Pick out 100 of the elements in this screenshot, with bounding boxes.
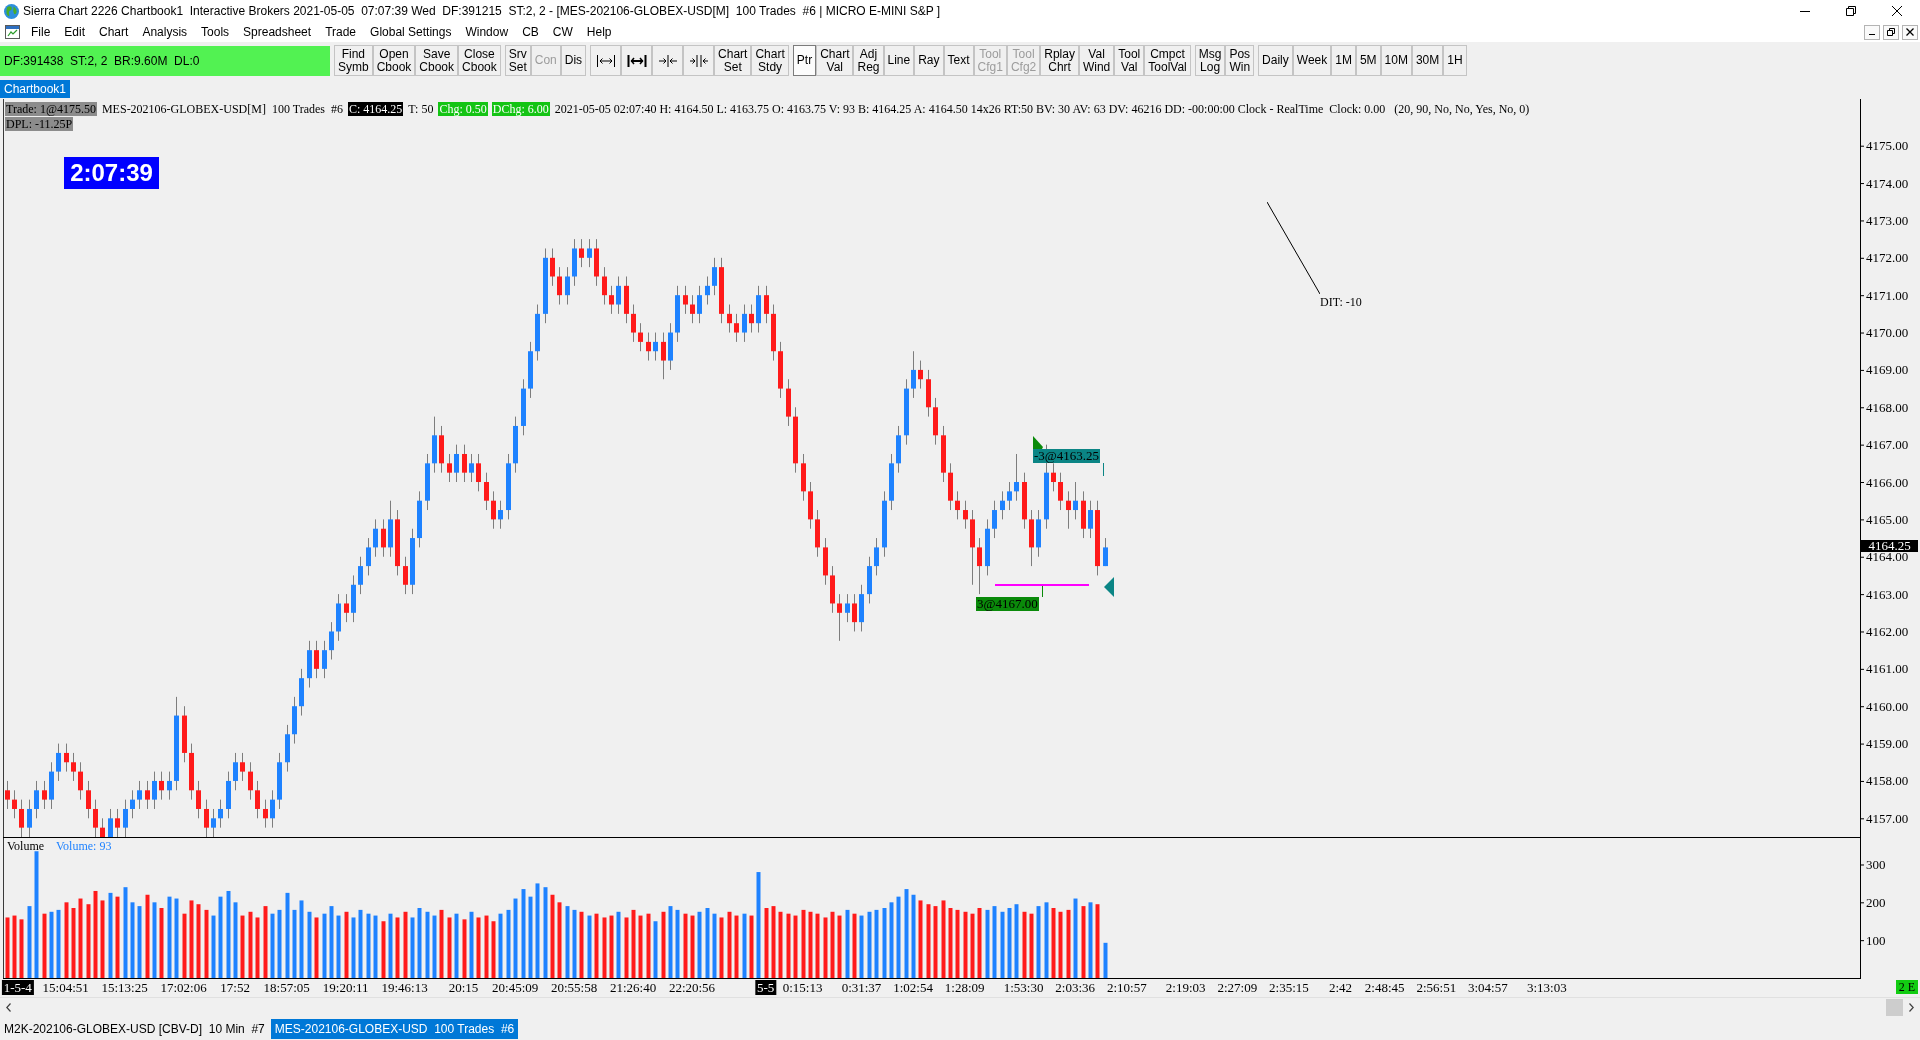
- menu-item[interactable]: Chart: [92, 23, 136, 41]
- bar: [771, 906, 776, 978]
- candlestick: [638, 322, 643, 352]
- candlestick: [366, 537, 371, 576]
- bar: [697, 911, 702, 978]
- toolbar-button[interactable]: Week: [1292, 45, 1332, 76]
- bar: [196, 904, 201, 978]
- bar: [977, 908, 982, 978]
- toolbar-button[interactable]: Rplay Chrt: [1040, 45, 1079, 76]
- candlestick: [12, 789, 17, 819]
- toolbar-button[interactable]: Open Cbook: [372, 45, 416, 76]
- chart-tab[interactable]: MES-202106-GLOBEX-USD 100 Trades #6: [270, 1018, 519, 1039]
- axis-label: 4157.00: [1866, 810, 1909, 826]
- toolbar-button[interactable]: Close Cbook: [458, 45, 501, 76]
- bar: [1103, 942, 1108, 978]
- candlestick: [557, 266, 562, 306]
- menu-item[interactable]: Analysis: [135, 23, 195, 41]
- axis-label: 20:15: [448, 980, 479, 995]
- axis-label: 4160.00: [1866, 698, 1909, 714]
- toolbar-button[interactable]: Line: [883, 45, 915, 76]
- toolbar-button[interactable]: Find Symb: [334, 45, 373, 76]
- bar: [1000, 911, 1005, 978]
- bar: [793, 915, 798, 978]
- axis-label: 19:46:13: [381, 980, 428, 995]
- candlestick: [167, 771, 172, 801]
- candlestick: [874, 537, 879, 576]
- restore-button[interactable]: [1883, 24, 1899, 40]
- axis-label: 20:45:09: [492, 980, 539, 995]
- menu-item[interactable]: File: [24, 23, 58, 41]
- toolbar-button[interactable]: Chart Set: [714, 45, 752, 76]
- toolbar-button[interactable]: 10M: [1380, 45, 1412, 76]
- candlestick: [683, 285, 688, 315]
- toolbar-button[interactable]: Chart Val: [816, 45, 854, 76]
- toolbar-button[interactable]: 30M: [1411, 45, 1444, 76]
- toolbar-button[interactable]: Val Wind: [1078, 45, 1115, 76]
- bar: [329, 906, 334, 978]
- menu-item[interactable]: Global Settings: [363, 23, 459, 41]
- horizontal-scrollbar[interactable]: [0, 997, 1920, 1017]
- toolbar-button[interactable]: Msg Log: [1194, 45, 1226, 76]
- candlestick: [1058, 472, 1063, 511]
- toolbar-button[interactable]: Save Cbook: [415, 45, 459, 76]
- menu-item[interactable]: Window: [458, 23, 516, 41]
- toolbar-button[interactable]: Dis: [560, 45, 587, 76]
- toolbar-button[interactable]: 1H: [1443, 45, 1467, 76]
- axis-label: 17:52: [220, 980, 250, 995]
- axis-label: 15:13:25: [101, 980, 148, 995]
- candlestick: [358, 556, 363, 595]
- toolbar-button[interactable]: 5M: [1355, 45, 1381, 76]
- triangle-right-icon: [1033, 436, 1043, 449]
- bar: [64, 902, 69, 978]
- candlestick: [344, 593, 349, 623]
- axis-label: 300: [1866, 857, 1886, 872]
- minimize-button[interactable]: [1864, 24, 1880, 40]
- toolbar-button[interactable]: [621, 45, 653, 76]
- menu-item[interactable]: Edit: [57, 23, 93, 41]
- toolbar-button[interactable]: Daily: [1258, 45, 1293, 76]
- menu-item[interactable]: CW: [545, 23, 580, 41]
- menu-item[interactable]: Help: [579, 23, 619, 41]
- toolbar-button[interactable]: Text: [943, 45, 974, 76]
- menu-item[interactable]: CB: [515, 23, 546, 41]
- toolbar-button[interactable]: Ray: [914, 45, 944, 76]
- toolbar-button[interactable]: Srv Set: [504, 45, 531, 76]
- date-label: 5-5: [755, 980, 777, 995]
- toolbar-button[interactable]: Adj Reg: [853, 45, 884, 76]
- axis-label: 17:02:06: [160, 980, 207, 995]
- toolbar-button[interactable]: Tool Val: [1114, 45, 1145, 76]
- axis-label: 3:13:03: [1526, 980, 1567, 995]
- bar: [719, 917, 724, 978]
- candlestick: [469, 453, 474, 483]
- candlestick: [734, 313, 739, 343]
- toolbar-button[interactable]: Pos Win: [1225, 45, 1255, 76]
- bar: [830, 911, 835, 978]
- scrollbar-thumb[interactable]: [1886, 999, 1903, 1016]
- axis-label: 2:56:51: [1416, 980, 1457, 995]
- bar: [616, 911, 621, 978]
- candlestick: [108, 808, 113, 837]
- candlestick: [86, 780, 91, 819]
- bar: [307, 911, 312, 978]
- candlestick: [1066, 490, 1071, 530]
- menu-item[interactable]: Tools: [194, 23, 237, 41]
- toolbar-button[interactable]: Ptr: [792, 45, 817, 76]
- candlestick: [697, 285, 702, 324]
- bar: [71, 908, 76, 978]
- menu-item[interactable]: Trade: [318, 23, 364, 41]
- bar: [653, 921, 658, 978]
- info-text: C: 4164.25: [347, 102, 404, 116]
- toolbar-button[interactable]: 1M: [1331, 45, 1356, 76]
- toolbar-button[interactable]: Cmpct ToolVal: [1144, 45, 1191, 76]
- menu-item[interactable]: Spreadsheet: [236, 23, 319, 41]
- toolbar-button[interactable]: [590, 45, 622, 76]
- bar: [167, 896, 172, 978]
- axis-label: 0:31:37: [841, 980, 882, 995]
- bar: [233, 902, 238, 978]
- axis-label: 1:02:54: [893, 980, 933, 995]
- axis-label: 2:10:57: [1106, 980, 1147, 995]
- chart-tab[interactable]: M2K-202106-GLOBEX-USD [CBV-D] 10 Min #7: [0, 1018, 269, 1039]
- chartbook-tab[interactable]: Chartbook1: [0, 80, 71, 98]
- close-button[interactable]: [1902, 24, 1918, 40]
- bar: [823, 917, 828, 978]
- toolbar-button[interactable]: Chart Stdy: [751, 45, 789, 76]
